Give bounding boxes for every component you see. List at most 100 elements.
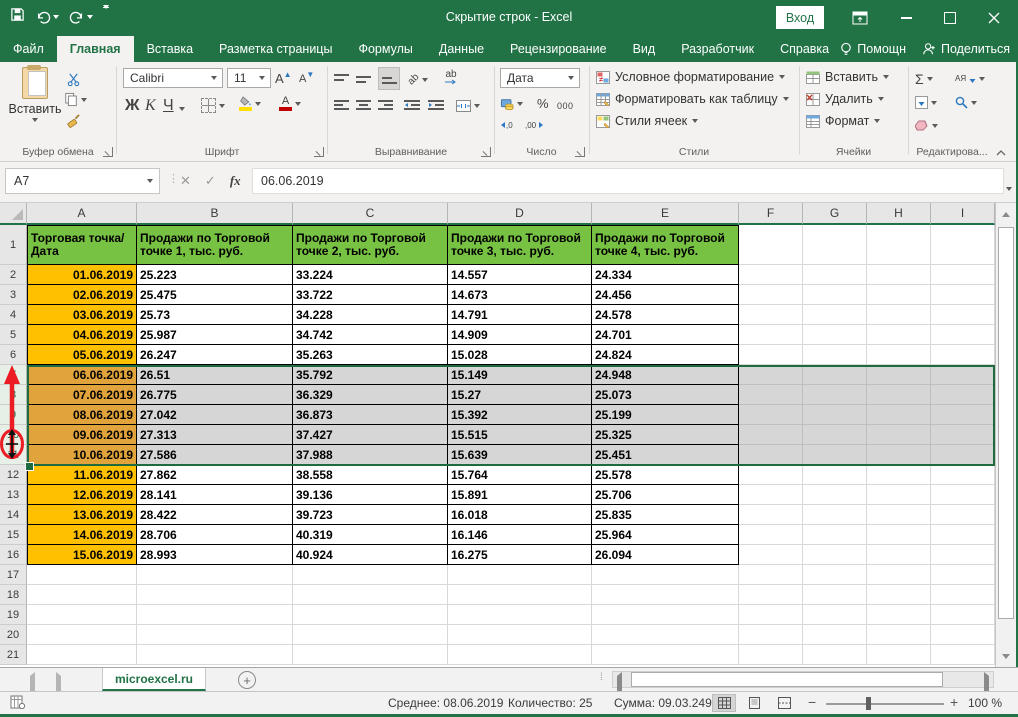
grid-cell[interactable] (739, 405, 803, 425)
horizontal-scrollbar[interactable] (612, 671, 994, 688)
align-right-icon[interactable] (378, 95, 393, 116)
grid-cell[interactable] (931, 485, 995, 505)
grid-cell[interactable] (867, 585, 931, 605)
grid-cell[interactable] (931, 525, 995, 545)
zoom-slider[interactable] (826, 703, 944, 705)
grid-cell[interactable] (867, 285, 931, 305)
value-cell[interactable]: 25.964 (592, 525, 739, 545)
name-box[interactable]: A7 (5, 168, 160, 194)
date-cell[interactable]: 05.06.2019 (27, 345, 137, 365)
table-header-cell[interactable]: Продажи по Торговой точке 4, тыс. руб. (592, 225, 739, 265)
value-cell[interactable]: 24.456 (592, 285, 739, 305)
grid-cell[interactable] (592, 585, 739, 605)
value-cell[interactable]: 27.586 (137, 445, 293, 465)
grid-cell[interactable] (803, 465, 867, 485)
grid-cell[interactable] (931, 285, 995, 305)
grid-cell[interactable] (592, 625, 739, 645)
normal-view-button[interactable] (712, 694, 736, 712)
table-header-cell[interactable]: Продажи по Торговой точке 2, тыс. руб. (293, 225, 448, 265)
decrease-indent-icon[interactable] (404, 95, 420, 116)
row-header-16[interactable]: 16 (0, 545, 27, 565)
date-cell[interactable]: 06.06.2019 (27, 365, 137, 385)
grid-cell[interactable] (293, 605, 448, 625)
grid-cell[interactable] (931, 265, 995, 285)
grid-cell[interactable] (293, 625, 448, 645)
orientation-button[interactable]: ab (408, 69, 428, 90)
grid-cell[interactable] (739, 345, 803, 365)
increase-indent-icon[interactable] (428, 95, 444, 116)
value-cell[interactable]: 40.319 (293, 525, 448, 545)
date-cell[interactable]: 03.06.2019 (27, 305, 137, 325)
value-cell[interactable]: 15.028 (448, 345, 592, 365)
value-cell[interactable]: 33.224 (293, 265, 448, 285)
grid-cell[interactable] (27, 565, 137, 585)
grid-cell[interactable] (739, 365, 803, 385)
grid-cell[interactable] (931, 405, 995, 425)
value-cell[interactable]: 14.673 (448, 285, 592, 305)
grid-cell[interactable] (803, 505, 867, 525)
value-cell[interactable]: 28.993 (137, 545, 293, 565)
table-header-cell[interactable]: Продажи по Торговой точке 1, тыс. руб. (137, 225, 293, 265)
grid-cell[interactable] (931, 225, 995, 265)
value-cell[interactable]: 15.392 (448, 405, 592, 425)
row-header-19[interactable]: 19 (0, 605, 27, 625)
insert-cells-button[interactable]: Вставить (806, 70, 889, 84)
grid-cell[interactable] (867, 625, 931, 645)
grid-cell[interactable] (931, 345, 995, 365)
grid-cell[interactable] (867, 305, 931, 325)
date-cell[interactable]: 14.06.2019 (27, 525, 137, 545)
increase-decimal-icon[interactable]: ,0 (500, 114, 518, 135)
row-header-2[interactable]: 2 (0, 265, 27, 285)
date-cell[interactable]: 13.06.2019 (27, 505, 137, 525)
horizontal-scroll-thumb[interactable] (631, 672, 943, 687)
grid-cell[interactable] (803, 485, 867, 505)
ribbon-display-options-icon[interactable] (838, 0, 882, 36)
cancel-icon[interactable]: ✕ (180, 173, 191, 189)
value-cell[interactable]: 25.073 (592, 385, 739, 405)
date-cell[interactable]: 01.06.2019 (27, 265, 137, 285)
grid-cell[interactable] (27, 645, 137, 665)
row-header-17[interactable]: 17 (0, 565, 27, 585)
fill-color-button[interactable] (239, 93, 261, 114)
zoom-out-icon[interactable]: − (808, 694, 816, 710)
clear-button[interactable] (915, 115, 938, 136)
grid-cell[interactable] (137, 605, 293, 625)
grid-cell[interactable] (931, 425, 995, 445)
grid-cell[interactable] (803, 645, 867, 665)
grid-cell[interactable] (739, 525, 803, 545)
grid-cell[interactable] (803, 325, 867, 345)
row-header-9[interactable]: 9 (0, 405, 27, 425)
value-cell[interactable]: 25.73 (137, 305, 293, 325)
grid-cell[interactable] (931, 365, 995, 385)
value-cell[interactable]: 15.639 (448, 445, 592, 465)
enter-icon[interactable]: ✓ (205, 173, 216, 189)
grid-cell[interactable] (867, 605, 931, 625)
row-header-11[interactable]: 11 (0, 445, 27, 465)
grid-cell[interactable] (739, 645, 803, 665)
ribbon-tab-view[interactable]: Вид (620, 36, 669, 62)
close-button[interactable] (972, 0, 1016, 36)
column-header-C[interactable]: C (293, 203, 448, 225)
grid-cell[interactable] (739, 265, 803, 285)
value-cell[interactable]: 36.329 (293, 385, 448, 405)
grid-cell[interactable] (592, 605, 739, 625)
value-cell[interactable]: 24.334 (592, 265, 739, 285)
value-cell[interactable]: 26.51 (137, 365, 293, 385)
value-cell[interactable]: 36.873 (293, 405, 448, 425)
grid-cell[interactable] (27, 585, 137, 605)
grid-cell[interactable] (803, 445, 867, 465)
grid-cell[interactable] (739, 585, 803, 605)
column-header-E[interactable]: E (592, 203, 739, 225)
align-bottom-icon[interactable] (378, 67, 400, 90)
grid-cell[interactable] (867, 325, 931, 345)
grow-font-button[interactable]: A▲ (275, 68, 292, 89)
macro-record-icon[interactable] (10, 695, 25, 712)
italic-button[interactable]: К (145, 95, 156, 116)
column-header-G[interactable]: G (803, 203, 867, 225)
column-header-I[interactable]: I (931, 203, 995, 225)
grid-cell[interactable] (448, 645, 592, 665)
value-cell[interactable]: 34.742 (293, 325, 448, 345)
value-cell[interactable]: 37.427 (293, 425, 448, 445)
grid-cell[interactable] (803, 385, 867, 405)
zoom-in-icon[interactable]: + (950, 694, 958, 710)
